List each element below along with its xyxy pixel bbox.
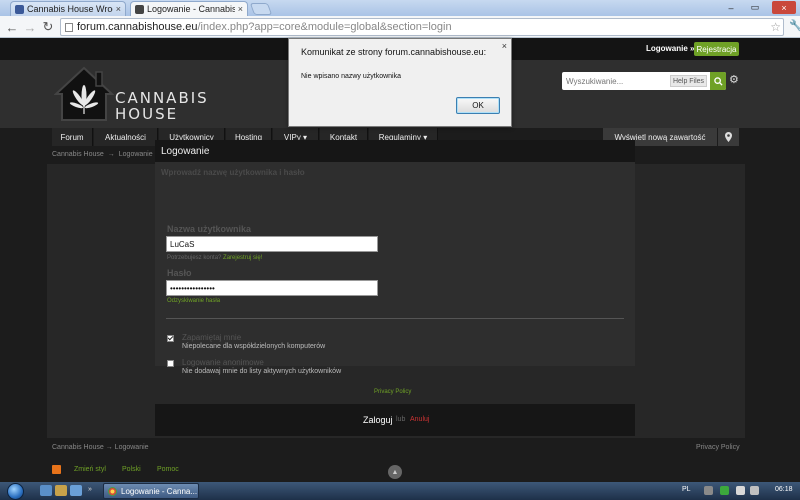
breadcrumb-arrow: →: [107, 151, 115, 158]
divider: [166, 318, 624, 319]
remember-me-desc: Niepolecane dla współdzielonych komputer…: [182, 343, 326, 350]
clock[interactable]: 06:18: [775, 486, 793, 493]
browser-tab-logowanie[interactable]: Logowanie - Cannabis Hous ×: [130, 1, 248, 16]
search-button[interactable]: [710, 72, 726, 90]
house-leaf-logo-icon: [53, 66, 115, 121]
address-bar[interactable]: forum.cannabishouse.eu/index.php?app=cor…: [60, 18, 784, 36]
tab-close-icon[interactable]: ×: [238, 4, 243, 14]
url-path: /index.php?app=core&module=global&sectio…: [197, 21, 452, 33]
login-link[interactable]: Logowanie »: [646, 44, 694, 53]
start-button-icon[interactable]: [7, 483, 24, 500]
change-style-link[interactable]: Zmień styl: [74, 466, 106, 473]
cancel-link[interactable]: Anuluj: [410, 416, 429, 423]
submit-bar: Zaloguj lub Anuluj: [155, 404, 635, 436]
remember-me-checkbox[interactable]: [167, 335, 174, 342]
username-field[interactable]: LuCaS: [166, 236, 378, 252]
register-link[interactable]: Zarejestruj się!: [223, 255, 262, 261]
scroll-top-icon[interactable]: ▲: [388, 465, 402, 479]
footer-breadcrumb-home[interactable]: Cannabis House: [52, 444, 104, 451]
back-arrow-icon[interactable]: ←: [4, 19, 20, 35]
username-label: Nazwa użytkownika: [167, 224, 252, 234]
gear-icon[interactable]: ⚙: [729, 73, 739, 86]
login-submit-button[interactable]: Zaloguj: [363, 415, 393, 425]
bookmark-star-icon[interactable]: ☆: [770, 20, 781, 34]
search-scope-button[interactable]: Help Files: [670, 75, 707, 87]
password-label: Hasło: [167, 268, 192, 278]
volume-icon[interactable]: [750, 486, 759, 495]
alert-dialog: Komunikat ze strony forum.cannabishouse.…: [288, 38, 512, 127]
language-indicator[interactable]: PL: [682, 486, 691, 493]
anonymous-login-checkbox[interactable]: [167, 360, 174, 367]
chrome-icon: [108, 486, 117, 496]
taskbar: » Logowanie - Canna... PL 06:18: [0, 482, 800, 500]
forward-arrow-icon[interactable]: →: [22, 19, 38, 35]
nav-forum[interactable]: Forum: [52, 128, 93, 146]
language-link[interactable]: Polski: [122, 466, 141, 473]
logo-wordmark: Cannabis House: [115, 90, 209, 122]
footer-breadcrumb: Cannabis House → Logowanie: [52, 444, 149, 451]
search-input[interactable]: [564, 73, 668, 89]
tab-label: Cannabis House Wrocław: [27, 4, 113, 14]
reload-icon[interactable]: ↻: [40, 19, 56, 35]
forgot-password-link[interactable]: Odzyskiwanie hasła: [167, 298, 220, 304]
footer-breadcrumb-arrow: →: [105, 444, 113, 451]
facebook-icon: [15, 4, 24, 14]
or-text: lub: [396, 416, 406, 423]
search-icon: [713, 76, 723, 86]
privacy-policy-link[interactable]: Privacy Policy: [374, 389, 411, 395]
breadcrumb-home[interactable]: Cannabis House: [52, 151, 104, 158]
show-desktop-icon[interactable]: [40, 485, 52, 496]
wrench-menu-icon[interactable]: 🔧: [789, 19, 800, 33]
page-icon: [65, 23, 73, 32]
browser-toolbar: ← → ↻ forum.cannabishouse.eu/index.php?a…: [0, 16, 800, 38]
tab-close-icon[interactable]: ×: [116, 4, 121, 14]
taskbar-task-browser[interactable]: Logowanie - Canna...: [103, 483, 199, 499]
maximize-button[interactable]: ▭: [746, 1, 764, 14]
rss-icon[interactable]: [52, 465, 61, 474]
map-pin-icon[interactable]: [718, 128, 739, 146]
login-instruction: Wprowadź nazwę użytkownika i hasło: [161, 168, 305, 177]
tab-label: Logowanie - Cannabis Hous: [147, 4, 235, 14]
new-tab-button[interactable]: [249, 3, 273, 15]
login-panel-title: Logowanie: [155, 140, 635, 162]
taskbar-task-label: Logowanie - Canna...: [121, 486, 198, 496]
anonymous-login-desc: Nie dodawaj mnie do listy aktywnych użyt…: [182, 368, 342, 375]
password-field[interactable]: ••••••••••••••••: [166, 280, 378, 296]
help-link[interactable]: Pomoc: [157, 466, 179, 473]
download-icon[interactable]: [70, 485, 82, 496]
logo-line-2: House: [115, 105, 179, 123]
tray-check-icon[interactable]: [720, 486, 729, 495]
dialog-message: Nie wpisano nazwy użytkownika: [301, 73, 401, 80]
site-logo[interactable]: Cannabis House: [53, 64, 224, 122]
breadcrumb: Cannabis House → Logowanie: [52, 151, 157, 158]
quicklaunch-chevron-icon[interactable]: »: [88, 486, 92, 493]
footer-privacy-link[interactable]: Privacy Policy: [696, 444, 740, 451]
tray-arrow-icon[interactable]: [704, 486, 713, 495]
cannabis-favicon-icon: [135, 4, 144, 14]
anonymous-login-title: Logowanie anonimowe: [182, 358, 264, 367]
url-domain: forum.cannabishouse.eu: [77, 21, 198, 33]
nav-news[interactable]: Aktualności: [94, 128, 158, 146]
logo-line-1: Cannabis: [115, 89, 209, 107]
explorer-icon[interactable]: [55, 485, 67, 496]
dialog-ok-button[interactable]: OK: [456, 97, 500, 114]
search-box: Help Files: [562, 72, 726, 90]
need-account-text: Potrzebujesz konta?: [167, 255, 222, 261]
register-button[interactable]: Rejestracja: [694, 42, 739, 56]
remember-me-title: Zapamiętaj mnie: [182, 333, 242, 342]
dialog-close-icon[interactable]: ×: [502, 41, 507, 51]
browser-tab-cannabis-house[interactable]: Cannabis House Wrocław ×: [10, 1, 126, 16]
dialog-title: Komunikat ze strony forum.cannabishouse.…: [301, 47, 487, 57]
browser-tab-strip: Cannabis House Wrocław × Logowanie - Can…: [0, 0, 800, 16]
minimize-button[interactable]: ‒: [722, 1, 740, 14]
footer-breadcrumb-current: Logowanie: [114, 444, 149, 451]
need-account-hint: Potrzebujesz konta? Zarejestruj się!: [167, 255, 262, 261]
breadcrumb-current: Logowanie: [118, 151, 153, 158]
close-window-button[interactable]: ×: [772, 1, 796, 14]
network-icon[interactable]: [736, 486, 745, 495]
